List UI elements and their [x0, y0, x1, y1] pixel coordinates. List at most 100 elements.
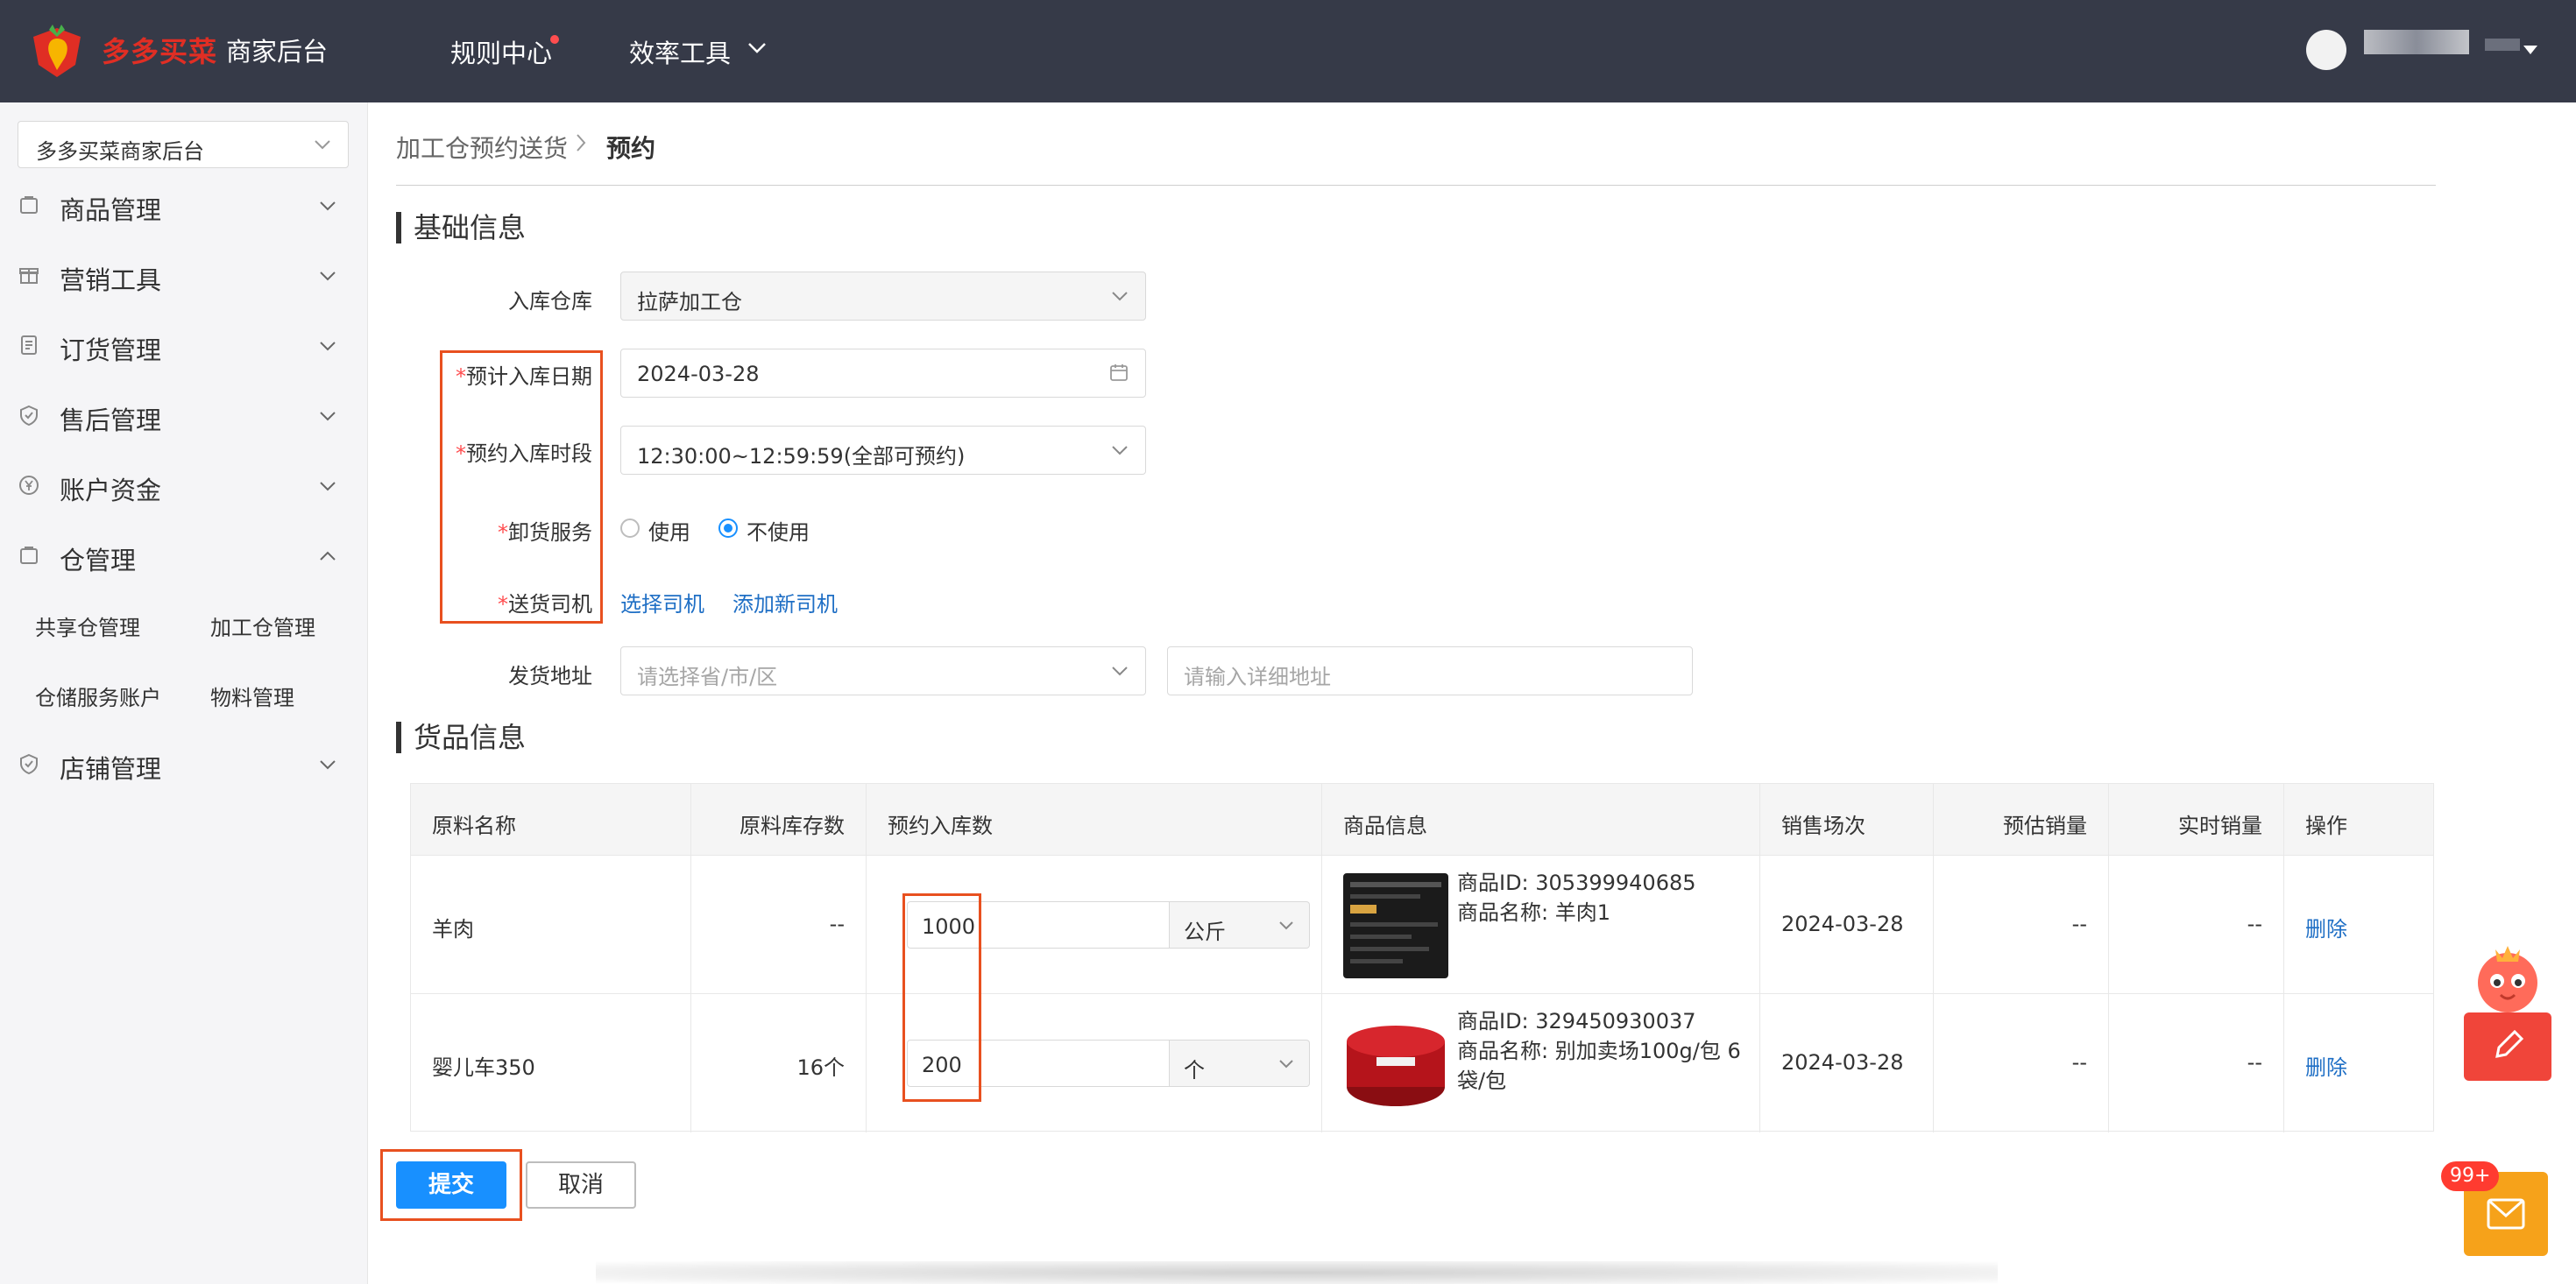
bag-icon: [20, 547, 38, 564]
chevron-down-icon: [1279, 1060, 1293, 1069]
sidebar-sub-shared-warehouse[interactable]: 共享仓管理: [35, 610, 140, 641]
bottom-shadow: [596, 1261, 1998, 1284]
calendar-icon: [1110, 364, 1128, 381]
top-bar: 多多买菜 商家后台 规则中心 效率工具: [0, 0, 2576, 102]
chevron-down-icon: [1112, 292, 1128, 301]
message-count-badge: 99+: [2441, 1161, 2500, 1191]
bag-icon: [20, 196, 38, 214]
chevron-down-icon: [320, 482, 336, 491]
table-row-stock: --: [691, 856, 867, 994]
table-row-product: 商品ID: 305399940685 商品名称: 羊肉1: [1322, 856, 1760, 994]
chevron-down-icon: [320, 272, 336, 281]
chevron-down-icon: [1112, 446, 1128, 455]
unload-not-use-label[interactable]: 不使用: [747, 515, 810, 546]
table-row-stock: 16个: [691, 994, 867, 1132]
highlight-qty-inputs: [902, 893, 981, 1102]
sidebar-item-warehouse[interactable]: 仓管理: [0, 530, 368, 582]
table-header-cell: 原料库存数: [691, 784, 867, 856]
time-slot-select[interactable]: 12:30:00~12:59:59(全部可预约): [620, 426, 1146, 475]
goods-table: 原料名称 原料库存数 预约入库数 商品信息 销售场次 预估销量 实时销量 操作 …: [410, 783, 2434, 1132]
address-detail-placeholder: 请输入详细地址: [1184, 665, 1331, 689]
cancel-button[interactable]: 取消: [526, 1161, 636, 1209]
address-region-select[interactable]: 请选择省/市/区: [620, 646, 1146, 695]
avatar[interactable]: [2306, 30, 2346, 70]
product-thumbnail-icon[interactable]: [1343, 1010, 1448, 1115]
product-thumbnail-icon[interactable]: [1343, 873, 1448, 978]
user-menu-caret-icon[interactable]: [2523, 46, 2537, 54]
sidebar-item-label: 订货管理: [60, 335, 162, 365]
gift-icon: [19, 268, 39, 284]
unit-select[interactable]: 个: [1170, 1040, 1310, 1087]
highlight-required-fields: [440, 350, 603, 624]
sidebar-sub-materials[interactable]: 物料管理: [210, 681, 294, 711]
sidebar-item-marketing[interactable]: 营销工具: [0, 250, 368, 302]
product-id: 商品ID: 305399940685: [1457, 871, 1696, 895]
sidebar-sub-processing-warehouse[interactable]: 加工仓管理: [210, 610, 315, 641]
chevron-down-icon: [320, 760, 336, 770]
table-header-cell: 预估销量: [1934, 784, 2109, 856]
brand-name[interactable]: 多多买菜: [102, 30, 217, 70]
sidebar-item-label: 营销工具: [60, 265, 162, 295]
table-row-product: 商品ID: 329450930037 商品名称: 别加卖场100g/包 6袋/包: [1322, 994, 1760, 1132]
table-row-action: 删除: [2284, 856, 2433, 994]
breadcrumb-current: 预约: [606, 134, 656, 163]
chevron-right-icon: [577, 134, 586, 152]
address-detail-input[interactable]: 请输入详细地址: [1167, 646, 1693, 695]
table-row-real-sales: --: [2109, 994, 2284, 1132]
delete-link[interactable]: 删除: [2305, 912, 2347, 942]
table-header-cell: 预约入库数: [867, 784, 1322, 856]
product-name: 商品名称: 羊肉1: [1457, 900, 1610, 925]
chevron-down-icon: [320, 342, 336, 351]
sidebar-item-goods[interactable]: 商品管理: [0, 180, 368, 232]
date-picker[interactable]: 2024-03-28: [620, 349, 1146, 398]
table-header-cell: 实时销量: [2109, 784, 2284, 856]
brand-subtitle: 商家后台: [226, 37, 329, 67]
warehouse-select[interactable]: 拉萨加工仓: [620, 272, 1146, 321]
shop-selector[interactable]: 多多买菜商家后台: [18, 121, 349, 168]
address-label: 发货地址: [508, 664, 592, 688]
unit-select[interactable]: 公斤: [1170, 901, 1310, 949]
unload-not-use-radio[interactable]: [718, 519, 738, 538]
unload-use-radio[interactable]: [620, 519, 640, 538]
chevron-down-icon: [315, 140, 330, 150]
sidebar-item-label: 仓管理: [60, 546, 137, 575]
carrot-logo-icon[interactable]: [26, 19, 88, 79]
product-id: 商品ID: 329450930037: [1457, 1009, 1696, 1034]
username-redacted-extra: [2485, 39, 2520, 51]
yen-icon: [19, 476, 39, 495]
unload-use-label[interactable]: 使用: [648, 515, 690, 546]
list-icon: [21, 335, 37, 355]
warehouse-label: 入库仓库: [508, 289, 592, 314]
table-header-cell: 销售场次: [1760, 784, 1934, 856]
sidebar-item-after-sales[interactable]: 售后管理: [0, 390, 368, 442]
table-row-name: 婴儿车350: [411, 994, 691, 1132]
breadcrumb-divider: [396, 185, 2436, 186]
shield-icon: [20, 405, 38, 427]
sidebar-item-label: 售后管理: [60, 406, 162, 435]
nav-rule-center[interactable]: 规则中心: [450, 33, 552, 70]
delete-link[interactable]: 删除: [2305, 1050, 2347, 1081]
sidebar-item-store[interactable]: 店铺管理: [0, 738, 368, 791]
table-header-cell: 原料名称: [411, 784, 691, 856]
sidebar-item-account-funds[interactable]: 账户资金: [0, 460, 368, 512]
table-row-name: 羊肉: [411, 856, 691, 994]
address-region-placeholder: 请选择省/市/区: [637, 665, 778, 689]
select-driver-link[interactable]: 选择司机: [620, 587, 704, 617]
section-title-goods: 货品信息: [396, 722, 526, 753]
sidebar-sub-storage-account[interactable]: 仓储服务账户: [35, 681, 161, 711]
nav-efficiency-tools[interactable]: 效率工具: [629, 33, 731, 70]
chevron-up-icon: [320, 551, 336, 561]
chevron-down-icon: [1112, 667, 1128, 676]
sidebar-item-orders[interactable]: 订货管理: [0, 320, 368, 372]
breadcrumb-parent[interactable]: 加工仓预约送货: [396, 130, 568, 165]
product-name: 商品名称: 别加卖场100g/包 6袋/包: [1457, 1039, 1741, 1093]
date-value: 2024-03-28: [637, 362, 760, 386]
add-driver-link[interactable]: 添加新司机: [732, 587, 838, 617]
product-info: 商品ID: 329450930037 商品名称: 别加卖场100g/包 6袋/包: [1457, 1006, 1746, 1096]
chevron-down-icon[interactable]: [747, 39, 768, 56]
sidebar-item-label: 商品管理: [60, 195, 162, 225]
feedback-mascot-icon[interactable]: [2464, 937, 2551, 1081]
warehouse-value: 拉萨加工仓: [637, 290, 742, 314]
sidebar-item-label: 账户资金: [60, 476, 162, 505]
mail-icon: [2487, 1198, 2525, 1230]
